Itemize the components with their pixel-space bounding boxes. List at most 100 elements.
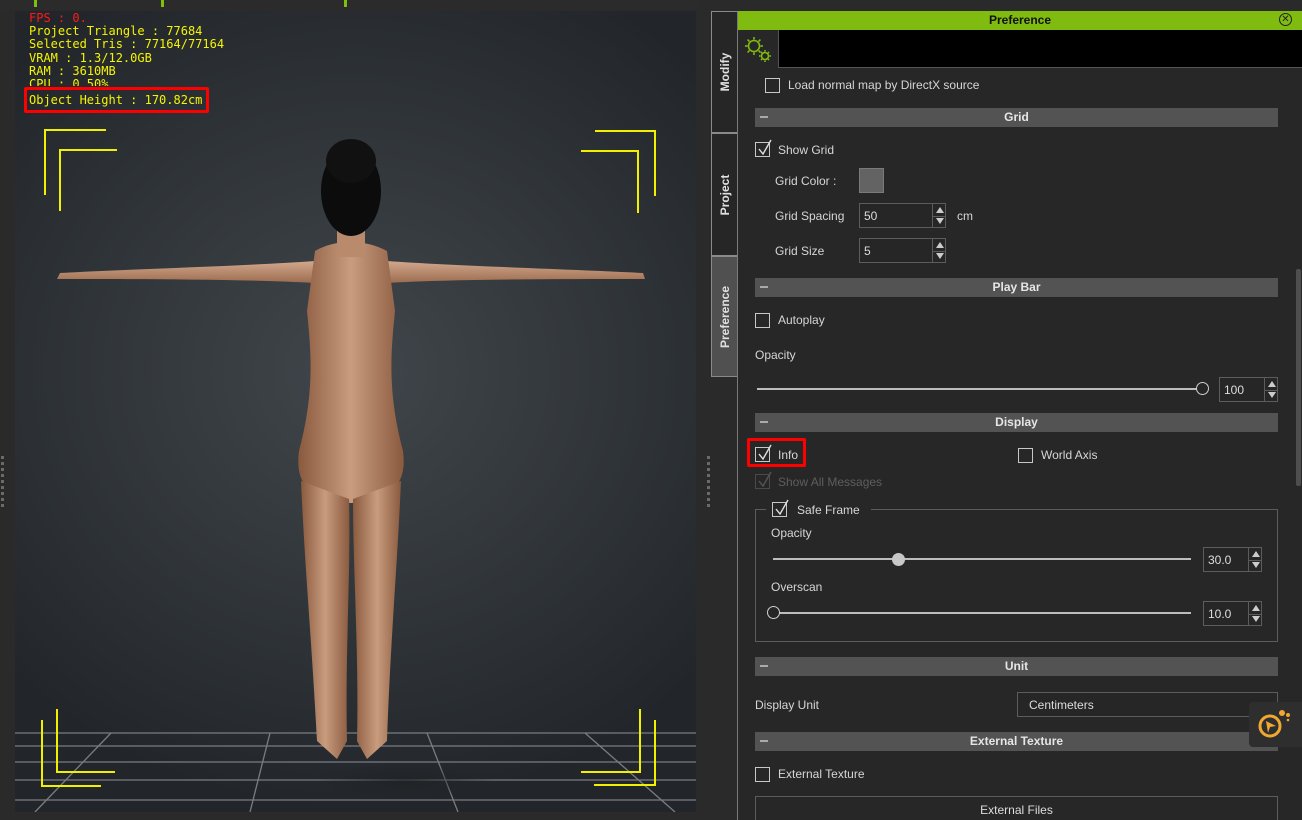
display-unit-dropdown[interactable]: Centimeters	[1017, 692, 1278, 717]
fps-readout: FPS : 0.	[29, 11, 87, 25]
load-normal-map-label: Load normal map by DirectX source	[788, 78, 980, 92]
safe-frame-checkbox[interactable]	[772, 499, 789, 517]
section-external-texture-title: External Texture	[969, 734, 1064, 748]
project-triangle-readout: Project Triangle : 77684	[29, 24, 203, 39]
checkmark-icon	[758, 444, 772, 461]
collapse-icon	[760, 421, 768, 423]
cpu-readout: CPU : 0.50%	[29, 78, 109, 87]
panel-title-bar: Preference ✕	[738, 11, 1302, 30]
info-label: Info	[778, 448, 799, 462]
tab-preference[interactable]: Preference	[711, 256, 738, 377]
playbar-opacity-label: Opacity	[755, 348, 796, 362]
safe-frame-opacity-value: 30.0	[1208, 553, 1232, 567]
section-grid-title: Grid	[1004, 110, 1029, 124]
safe-frame-corner-inner-tr	[581, 150, 639, 213]
playbar-opacity-stepper[interactable]	[1264, 378, 1277, 401]
grid-size-stepper[interactable]	[932, 239, 945, 262]
checkmark-icon	[758, 139, 772, 156]
world-axis-checkbox[interactable]	[1018, 448, 1033, 463]
grid-size-label: Grid Size	[775, 244, 825, 258]
external-texture-checkbox[interactable]	[755, 767, 770, 782]
3d-viewport[interactable]: FPS : 0. Project Triangle : 77684 Select…	[15, 11, 696, 812]
grid-spacing-stepper[interactable]	[932, 204, 945, 227]
info-checkbox[interactable]	[755, 444, 772, 462]
grid-color-swatch[interactable]	[859, 168, 884, 193]
autoplay-label: Autoplay	[778, 313, 825, 327]
safe-frame-corner-inner-tl	[59, 149, 117, 211]
show-grid-checkbox[interactable]	[755, 139, 772, 157]
section-play-bar-header[interactable]: Play Bar	[755, 278, 1278, 297]
grid-size-input[interactable]: 5	[859, 238, 946, 263]
panel-title: Preference	[988, 13, 1052, 27]
cursor-assist-icon	[1258, 710, 1290, 738]
preference-panel: Preference ✕ Load normal map by DirectX …	[737, 11, 1302, 820]
overscan-input[interactable]: 10.0	[1203, 601, 1262, 626]
left-splitter-handle[interactable]	[1, 456, 5, 510]
overscan-value: 10.0	[1208, 607, 1232, 621]
top-toolbar-strip	[0, 0, 700, 10]
middle-splitter-handle[interactable]	[707, 456, 711, 510]
panel-icon-row	[738, 30, 1302, 70]
safe-frame-corner-inner-br	[594, 720, 656, 786]
safe-frame-opacity-stepper[interactable]	[1248, 548, 1261, 571]
safe-frame-opacity-input[interactable]: 30.0	[1203, 547, 1262, 572]
grid-spacing-label: Grid Spacing	[775, 209, 845, 223]
safe-frame-opacity-slider[interactable]	[773, 558, 1191, 560]
playbar-opacity-value: 100	[1224, 383, 1245, 397]
preview-area	[778, 30, 1302, 68]
section-unit-title: Unit	[1004, 659, 1029, 673]
collapse-icon	[760, 740, 768, 742]
autoplay-checkbox[interactable]	[755, 313, 770, 328]
checkmark-icon	[758, 471, 772, 488]
gears-icon	[745, 37, 771, 62]
toolbar-tab-marker	[34, 0, 37, 7]
tab-project-label: Project	[717, 174, 732, 215]
character-model	[15, 139, 696, 812]
playbar-opacity-slider[interactable]	[757, 388, 1202, 390]
collapse-icon	[760, 116, 768, 118]
safe-frame-group	[755, 509, 1278, 642]
section-display-title: Display	[995, 415, 1038, 429]
collapse-icon	[760, 665, 768, 667]
object-height-readout: Object Height : 170.82cm	[29, 93, 203, 107]
grid-size-value: 5	[864, 244, 871, 258]
overscan-slider[interactable]	[773, 612, 1191, 614]
section-external-texture-header[interactable]: External Texture	[755, 732, 1278, 751]
grid-spacing-input[interactable]: 50	[859, 203, 946, 228]
show-grid-label: Show Grid	[778, 143, 835, 157]
display-unit-label: Display Unit	[755, 698, 820, 712]
playbar-opacity-slider-handle[interactable]	[1196, 382, 1209, 395]
overscan-slider-handle[interactable]	[767, 606, 780, 619]
grid-spacing-unit: cm	[957, 209, 973, 223]
floating-assistant-button[interactable]	[1249, 702, 1302, 747]
ram-readout: RAM : 3610MB	[29, 63, 116, 78]
section-unit-header[interactable]: Unit	[755, 657, 1278, 676]
show-all-messages-label: Show All Messages	[778, 475, 883, 489]
overscan-stepper[interactable]	[1248, 602, 1261, 625]
world-axis-label: World Axis	[1041, 448, 1098, 462]
app-window: FPS : 0. Project Triangle : 77684 Select…	[0, 0, 1302, 820]
tab-preference-label: Preference	[717, 285, 732, 348]
section-display-header[interactable]: Display	[755, 413, 1278, 432]
section-play-bar-title: Play Bar	[992, 280, 1041, 294]
section-grid-header[interactable]: Grid	[755, 108, 1278, 127]
collapse-icon	[760, 286, 768, 288]
tab-project[interactable]: Project	[711, 133, 738, 256]
load-normal-map-checkbox[interactable]	[765, 78, 780, 93]
selected-tris-readout: Selected Tris : 77164/77164	[29, 37, 225, 52]
display-unit-value: Centimeters	[1029, 698, 1094, 712]
grid-spacing-value: 50	[864, 209, 878, 223]
show-all-messages-checkbox	[755, 471, 772, 489]
safe-frame-label: Safe Frame	[797, 503, 860, 517]
checkmark-icon	[775, 499, 789, 516]
close-icon[interactable]: ✕	[1279, 13, 1292, 26]
tab-modify-label: Modify	[717, 52, 732, 92]
external-texture-label: External Texture	[778, 767, 865, 781]
playbar-opacity-input[interactable]: 100	[1219, 377, 1278, 402]
external-files-button[interactable]: External Files	[755, 796, 1278, 820]
toolbar-tab-marker	[344, 0, 347, 7]
panel-scrollbar[interactable]	[1296, 269, 1301, 486]
tab-modify[interactable]: Modify	[711, 11, 738, 133]
grid-color-label: Grid Color :	[775, 174, 837, 188]
safe-frame-corner-inner-bl	[41, 720, 101, 787]
